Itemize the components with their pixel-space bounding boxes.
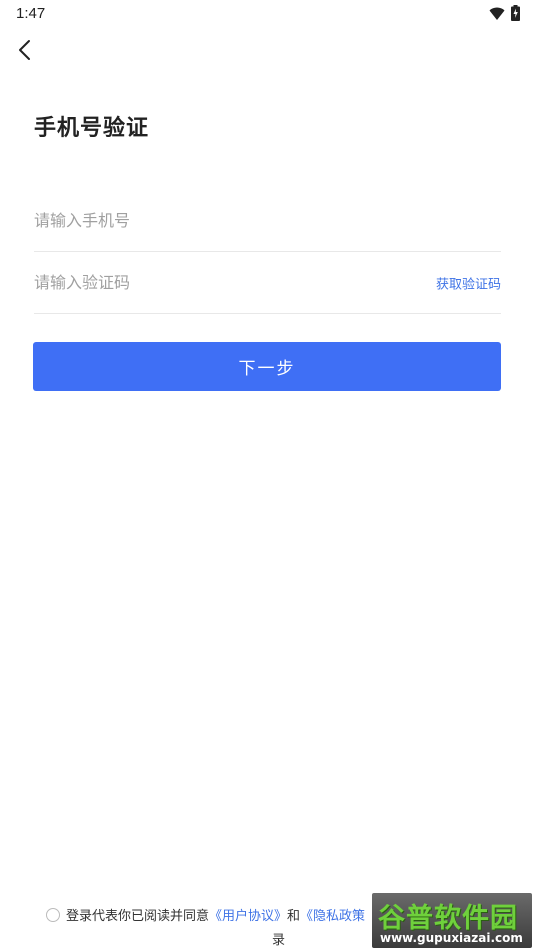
phone-input[interactable] <box>34 190 501 251</box>
watermark-url: www.gupuxiazai.com <box>380 931 523 945</box>
agreement-text: 登录代表你已阅读并同意 <box>66 909 210 924</box>
watermark: 谷普软件园 www.gupuxiazai.com <box>372 893 532 948</box>
watermark-logo: 谷普软件园 <box>378 903 518 934</box>
agreement-line2: 录 <box>272 933 286 948</box>
privacy-policy-link[interactable]: 《隐私政策 <box>300 909 365 924</box>
status-time: 1:47 <box>16 5 46 22</box>
status-icons <box>489 5 520 25</box>
phone-field <box>34 190 501 252</box>
page-title: 手机号验证 <box>34 116 150 141</box>
agree-radio[interactable] <box>46 908 60 922</box>
battery-charging-icon <box>511 5 520 25</box>
status-bar: 1:47 <box>0 0 534 28</box>
code-field: 获取验证码 <box>34 252 501 314</box>
back-button[interactable] <box>10 38 38 66</box>
wifi-icon <box>489 6 505 25</box>
chevron-left-icon <box>17 39 31 65</box>
get-code-button[interactable]: 获取验证码 <box>436 273 501 292</box>
next-button[interactable]: 下一步 <box>33 342 501 391</box>
user-agreement-link[interactable]: 《用户协议》 <box>209 909 287 924</box>
agreement-and: 和 <box>287 909 301 924</box>
verification-code-input[interactable] <box>34 252 501 313</box>
